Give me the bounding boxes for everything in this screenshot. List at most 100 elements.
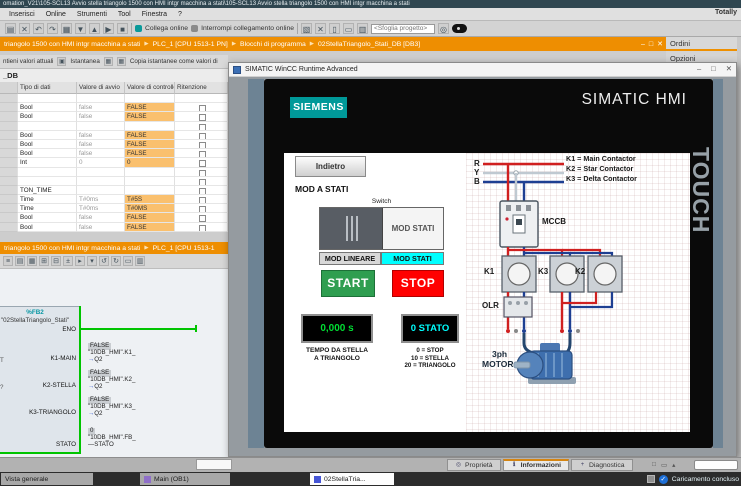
ritenzione-checkbox[interactable] — [198, 215, 206, 222]
tab-diagnostica[interactable]: + Diagnostica — [571, 459, 633, 471]
editor-float-icon[interactable]: □ — [649, 41, 653, 48]
cell-valore-di-controllo[interactable]: FALSE — [125, 130, 175, 140]
menu-online[interactable]: Online — [46, 11, 66, 18]
db-table-row[interactable]: TON_TIME — [0, 185, 228, 196]
copy-snapshot-icon[interactable]: ▦ — [103, 57, 113, 66]
db-table-row[interactable] — [0, 121, 228, 131]
ritenzione-checkbox[interactable] — [198, 187, 206, 195]
menu-tool[interactable]: Tool — [118, 11, 131, 18]
inspector-expand-icon[interactable]: ▴ — [672, 461, 675, 469]
ritenzione-checkbox[interactable] — [198, 114, 206, 121]
tab-informazioni[interactable]: ℹ Informazioni — [502, 459, 569, 471]
split-editor-horizontal-icon[interactable]: ▭ — [343, 23, 355, 34]
switch-knob[interactable] — [320, 208, 383, 249]
taskbar-button-2[interactable]: Main (OB1) — [140, 473, 230, 485]
cell-valore-di-controllo[interactable]: T#0MS — [125, 204, 175, 214]
breadcrumb-blocks[interactable]: Blocchi di programma — [240, 41, 306, 48]
cell-valore-di-controllo[interactable]: FALSE — [125, 139, 175, 150]
window-minimize-icon[interactable]: – — [697, 64, 701, 73]
insert-network-icon[interactable]: ≡ — [3, 256, 13, 266]
jump-icon[interactable]: ▭ — [123, 256, 133, 266]
empty-box-icon[interactable]: ▸ — [75, 256, 85, 266]
db-table-row[interactable]: Bool false FALSE — [0, 213, 228, 223]
compile-icon[interactable]: ▦ — [61, 23, 72, 34]
go-online-button[interactable]: Collega online — [135, 25, 188, 32]
libraries-icon[interactable]: ▥ — [357, 23, 369, 34]
copy-snapshots-button[interactable]: Copia istantanee come valori di — [130, 58, 218, 65]
db-col-tipo-di-dati[interactable]: Tipo di dati — [18, 82, 77, 94]
snapshot-camera-icon[interactable]: ▣ — [57, 57, 67, 66]
ritenzione-checkbox[interactable] — [198, 160, 206, 167]
cell-valore-di-controllo[interactable] — [125, 185, 175, 196]
start-cpu-icon[interactable]: ▶ — [103, 23, 114, 34]
upload-from-device-icon[interactable]: ▲ — [89, 23, 100, 34]
db-table-row[interactable]: Bool false FALSE — [0, 149, 228, 159]
editor-close-icon[interactable]: ✕ — [657, 40, 663, 48]
db-table-row[interactable] — [0, 167, 228, 177]
cell-valore-di-controllo[interactable]: FALSE — [125, 103, 175, 113]
ritenzione-checkbox[interactable] — [198, 178, 206, 185]
breadcrumb-project[interactable]: triangolo 1500 con HMI intgr macchina a … — [4, 41, 140, 48]
breadcrumb-project[interactable]: triangolo 1500 con HMI intgr macchina a … — [4, 245, 140, 252]
ritenzione-checkbox[interactable] — [198, 123, 206, 130]
monitor-on-icon[interactable]: ↺ — [99, 256, 109, 266]
call-structure-icon[interactable]: ▥ — [135, 256, 145, 266]
inspector-collapse-icon[interactable]: ▭ — [661, 461, 667, 469]
breadcrumb-plc[interactable]: PLC_1 [CPU 1513-1 PN] — [153, 41, 228, 48]
breadcrumb-plc[interactable]: PLC_1 [CPU 1513-1 — [153, 245, 215, 252]
open-branch-icon[interactable]: ⊟ — [51, 256, 61, 266]
coil-icon[interactable]: ⊞ — [39, 256, 49, 266]
search-icon[interactable]: ◎ — [438, 23, 450, 34]
panel-ordini-header[interactable]: Ordini — [666, 37, 737, 51]
stop-button[interactable]: STOP — [392, 270, 444, 297]
monitor-off-icon[interactable]: ↻ — [111, 256, 121, 266]
stop-cpu-icon[interactable]: ■ — [117, 23, 128, 34]
inspector-float-icon[interactable]: □ — [652, 461, 656, 469]
cell-valore-di-controllo[interactable] — [125, 121, 175, 131]
cell-valore-di-controllo[interactable]: FALSE — [125, 213, 175, 223]
window-close-icon[interactable]: ✕ — [726, 64, 732, 73]
cell-valore-di-controllo[interactable]: FALSE — [125, 222, 175, 232]
ritenzione-checkbox[interactable] — [198, 132, 206, 139]
window-maximize-icon[interactable]: □ — [711, 64, 716, 73]
back-button[interactable]: Indietro — [295, 156, 366, 177]
db-col-ritenzione[interactable]: Ritenzione — [175, 82, 228, 94]
favorites-icon[interactable]: ▾ — [87, 256, 97, 266]
cell-valore-di-controllo[interactable] — [125, 176, 175, 186]
wincc-titlebar[interactable]: SIMATIC WinCC Runtime Advanced – □ ✕ — [229, 63, 736, 77]
fb-block[interactable]: %FB2 "02StellaTriangolo_Stati" ENO K1-MAI… — [0, 306, 80, 454]
db-table-row[interactable]: Bool false FALSE — [0, 103, 228, 113]
editor-minimize-icon[interactable]: – — [641, 41, 645, 48]
db-col-valore-di-controllo[interactable]: Valore di controllo — [125, 82, 175, 94]
online-diagnostics-icon[interactable]: ▧ — [301, 23, 313, 34]
menu-help[interactable]: ? — [178, 11, 182, 18]
redo-icon[interactable]: ↷ — [47, 23, 58, 34]
keep-actual-values-button[interactable]: ntieni valori attuali — [3, 58, 53, 65]
split-editor-vertical-icon[interactable]: ▯ — [329, 23, 341, 34]
go-offline-button[interactable]: Interrompi collegamento online — [191, 25, 294, 32]
cell-valore-di-controllo[interactable]: FALSE — [125, 149, 175, 159]
tab-proprietà[interactable]: ◎ Proprietà — [447, 459, 501, 471]
menu-finestra[interactable]: Finestra — [142, 11, 167, 18]
ritenzione-checkbox[interactable] — [198, 169, 206, 176]
ritenzione-checkbox[interactable] — [198, 151, 206, 158]
db-table-row[interactable]: Time T#0ms T#0MS — [0, 204, 228, 214]
db-table-row[interactable] — [0, 94, 228, 104]
ritenzione-checkbox[interactable] — [198, 105, 206, 112]
menu-strumenti[interactable]: Strumenti — [77, 11, 107, 18]
breadcrumb-db[interactable]: 02StellaTriangolo_Stati_DB [DB3] — [318, 41, 420, 48]
db-table-row[interactable]: Int 0 0 — [0, 158, 228, 168]
db-table-row[interactable] — [0, 176, 228, 186]
crossref-icon[interactable]: ✕ — [315, 23, 327, 34]
normally-closed-icon[interactable]: ▦ — [27, 256, 37, 266]
db-table-row[interactable]: Bool false FALSE — [0, 139, 228, 150]
menu-inserisci[interactable]: Inserisci — [9, 11, 35, 18]
mode-switch[interactable]: MOD STATI — [319, 207, 444, 250]
db-table-row[interactable]: Time T#0ms T#5S — [0, 195, 228, 205]
snapshot-button[interactable]: Istantanea — [70, 58, 99, 65]
db-table-row[interactable]: Bool false FALSE — [0, 130, 228, 140]
taskbar-button-1[interactable]: Vista generale — [1, 473, 93, 485]
ritenzione-checkbox[interactable] — [198, 224, 206, 231]
close-branch-icon[interactable]: ± — [63, 256, 73, 266]
db-table-row[interactable]: Bool false FALSE — [0, 222, 228, 232]
